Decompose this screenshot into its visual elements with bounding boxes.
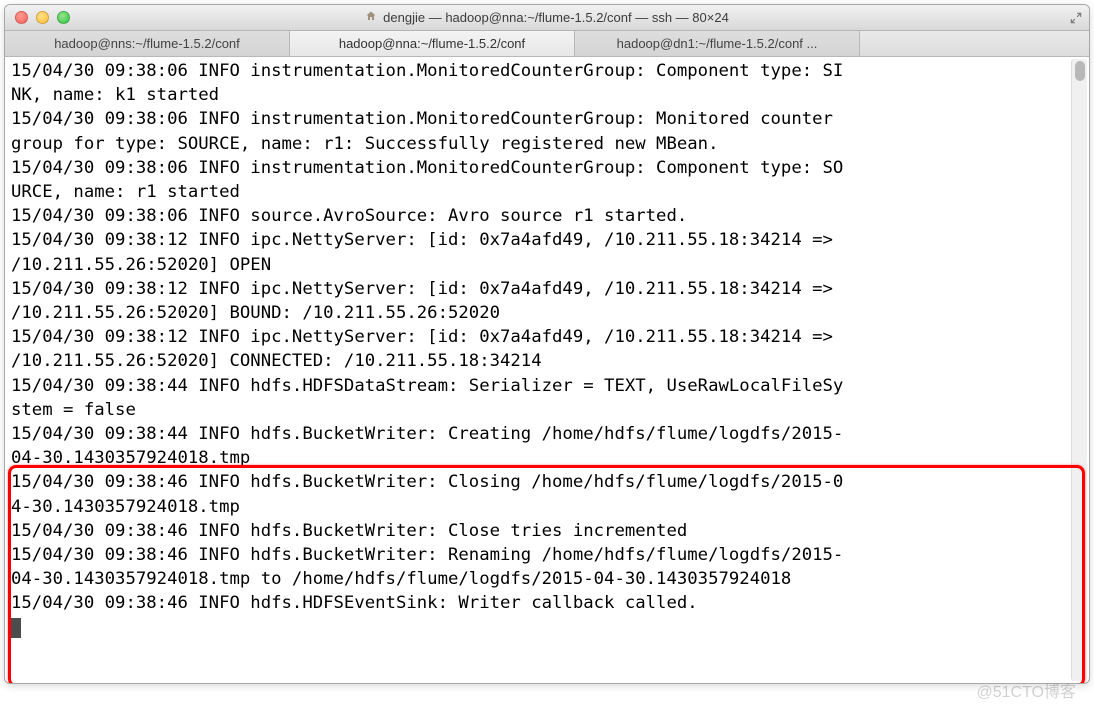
traffic-lights — [5, 11, 70, 24]
terminal-area: 15/04/30 09:38:06 INFO instrumentation.M… — [5, 57, 1089, 683]
window-titlebar: dengjie — hadoop@nna:~/flume-1.5.2/conf … — [5, 5, 1089, 31]
home-icon — [365, 10, 377, 25]
tab-label: hadoop@nns:~/flume-1.5.2/conf — [54, 36, 240, 51]
terminal-output[interactable]: 15/04/30 09:38:06 INFO instrumentation.M… — [11, 59, 1065, 681]
minimize-button[interactable] — [36, 11, 49, 24]
terminal-window: dengjie — hadoop@nna:~/flume-1.5.2/conf … — [4, 4, 1090, 684]
close-button[interactable] — [15, 11, 28, 24]
expand-icon[interactable] — [1069, 11, 1083, 25]
tab-label: hadoop@dn1:~/flume-1.5.2/conf ... — [617, 36, 818, 51]
tab-label: hadoop@nna:~/flume-1.5.2/conf — [339, 36, 525, 51]
tab-nns[interactable]: hadoop@nns:~/flume-1.5.2/conf — [5, 31, 290, 56]
scrollbar[interactable] — [1071, 59, 1087, 681]
tab-bar: hadoop@nns:~/flume-1.5.2/conf hadoop@nna… — [5, 31, 1089, 57]
terminal-cursor — [11, 618, 21, 638]
scrollbar-thumb[interactable] — [1075, 61, 1085, 81]
window-title: dengjie — hadoop@nna:~/flume-1.5.2/conf … — [5, 10, 1089, 25]
tab-dn1[interactable]: hadoop@dn1:~/flume-1.5.2/conf ... — [575, 31, 860, 56]
zoom-button[interactable] — [57, 11, 70, 24]
window-title-text: dengjie — hadoop@nna:~/flume-1.5.2/conf … — [383, 10, 729, 25]
tab-nna[interactable]: hadoop@nna:~/flume-1.5.2/conf — [290, 31, 575, 56]
